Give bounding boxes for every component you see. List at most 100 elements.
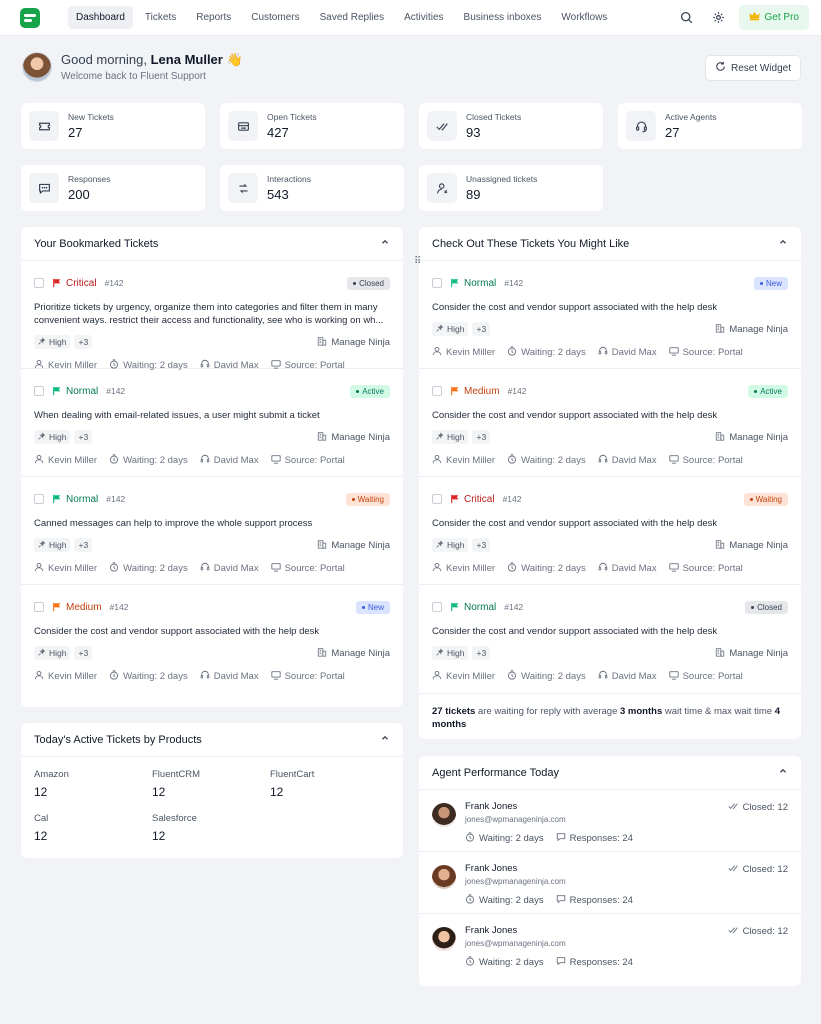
agent-responses: Responses: 24 xyxy=(556,894,633,907)
drag-handle-icon[interactable]: ⠿ xyxy=(414,256,421,267)
ticket-title[interactable]: Canned messages can help to improve the … xyxy=(34,517,390,530)
stat-new-tickets[interactable]: New Tickets 27 xyxy=(21,103,205,149)
ticket-item[interactable]: Medium #142 Active Consider the cost and… xyxy=(419,369,801,477)
panel-title: Today's Active Tickets by Products xyxy=(34,733,202,746)
product-item[interactable]: Amazon 12 xyxy=(34,769,152,799)
ticket-title[interactable]: When dealing with email-related issues, … xyxy=(34,409,390,422)
avatar[interactable] xyxy=(432,865,456,889)
waiting-time: Waiting: 2 days xyxy=(507,562,586,575)
ticket-item[interactable]: Normal #142 New Consider the cost and ve… xyxy=(419,261,801,369)
panel-header: Your Bookmarked Tickets xyxy=(21,227,403,261)
more-tags[interactable]: +3 xyxy=(74,335,93,349)
panel-title: Your Bookmarked Tickets xyxy=(34,237,159,250)
ticket-title[interactable]: Consider the cost and vendor support ass… xyxy=(432,517,788,530)
priority-label: Critical xyxy=(464,493,495,505)
agent-row[interactable]: Frank Jones jones@wpmanageninja.com Wait… xyxy=(419,852,801,914)
ticket-title[interactable]: Consider the cost and vendor support ass… xyxy=(34,625,390,638)
ticket-checkbox[interactable] xyxy=(34,602,44,612)
more-tags[interactable]: +3 xyxy=(74,538,93,552)
more-tags[interactable]: +3 xyxy=(74,430,93,444)
tag-pill[interactable]: High xyxy=(432,322,469,336)
tag-pill[interactable]: High xyxy=(34,335,71,349)
product-item[interactable]: Cal 12 xyxy=(34,813,152,843)
ticket-title[interactable]: Consider the cost and vendor support ass… xyxy=(432,301,788,314)
nav-saved-replies[interactable]: Saved Replies xyxy=(312,6,392,29)
agent-name: Frank Jones xyxy=(465,925,518,936)
stat-open-tickets[interactable]: Open Tickets 427 xyxy=(220,103,404,149)
timer-icon xyxy=(465,956,475,969)
ticket-item[interactable]: Medium #142 New Consider the cost and ve… xyxy=(21,585,403,693)
building-icon xyxy=(317,431,327,444)
ticket-checkbox[interactable] xyxy=(432,494,442,504)
stat-active-agents[interactable]: Active Agents 27 xyxy=(618,103,802,149)
chat-icon xyxy=(556,894,566,907)
ticket-title[interactable]: Consider the cost and vendor support ass… xyxy=(432,625,788,638)
product-item[interactable]: Salesforce 12 xyxy=(152,813,270,843)
agent-email: jones@wpmanageninja.com xyxy=(465,939,566,948)
status-badge: Waiting xyxy=(743,492,788,506)
tag-pill[interactable]: High xyxy=(34,538,71,552)
get-pro-button[interactable]: Get Pro xyxy=(738,5,809,30)
ticket-item[interactable]: Critical #142 Waiting Consider the cost … xyxy=(419,477,801,585)
ticket-checkbox[interactable] xyxy=(432,278,442,288)
chevron-up-icon[interactable] xyxy=(380,237,390,250)
tag-pill[interactable]: High xyxy=(34,430,71,444)
reset-widget-button[interactable]: Reset Widget xyxy=(704,55,801,81)
more-tags[interactable]: +3 xyxy=(472,646,491,660)
double-check-icon xyxy=(427,111,457,141)
more-tags[interactable]: +3 xyxy=(472,430,491,444)
ticket-item[interactable]: Normal #142 Closed Consider the cost and… xyxy=(419,585,801,693)
nav-activities[interactable]: Activities xyxy=(396,6,451,29)
ticket-item[interactable]: Normal #142 Active When dealing with ema… xyxy=(21,369,403,477)
avatar[interactable] xyxy=(22,52,52,82)
panel-title: Check Out These Tickets You Might Like xyxy=(432,237,630,250)
ticket-checkbox[interactable] xyxy=(432,602,442,612)
product-item[interactable]: FluentCart 12 xyxy=(270,769,388,799)
panel-title: Agent Performance Today xyxy=(432,766,559,779)
ticket-title[interactable]: Prioritize tickets by urgency, organize … xyxy=(34,301,390,327)
tag-pill[interactable]: High xyxy=(432,646,469,660)
chevron-up-icon[interactable] xyxy=(778,766,788,779)
nav-reports[interactable]: Reports xyxy=(188,6,239,29)
nav-customers[interactable]: Customers xyxy=(243,6,307,29)
nav-dashboard[interactable]: Dashboard xyxy=(68,6,133,29)
flag-icon xyxy=(450,386,460,396)
ticket-checkbox[interactable] xyxy=(432,386,442,396)
more-tags[interactable]: +3 xyxy=(74,646,93,660)
stat-unassigned-tickets[interactable]: Unassigned tickets 89 xyxy=(419,165,603,211)
nav-workflows[interactable]: Workflows xyxy=(553,6,615,29)
gear-icon[interactable] xyxy=(707,6,731,30)
search-icon[interactable] xyxy=(675,6,699,30)
avatar[interactable] xyxy=(432,927,456,951)
fluent-support-logo[interactable] xyxy=(20,7,40,28)
tag-pill[interactable]: High xyxy=(432,430,469,444)
agent-row[interactable]: Frank Jones jones@wpmanageninja.com Wait… xyxy=(419,914,801,976)
tag-pill[interactable]: High xyxy=(34,646,71,660)
stat-interactions[interactable]: Interactions 543 xyxy=(220,165,404,211)
company: Manage Ninja xyxy=(715,539,788,552)
more-tags[interactable]: +3 xyxy=(472,538,491,552)
user-icon xyxy=(34,454,44,467)
more-tags[interactable]: +3 xyxy=(472,322,491,336)
agent-row[interactable]: Frank Jones jones@wpmanageninja.com Wait… xyxy=(419,790,801,852)
ticket-item[interactable]: Normal #142 Waiting Canned messages can … xyxy=(21,477,403,585)
ticket-checkbox[interactable] xyxy=(34,494,44,504)
nav-business-inboxes[interactable]: Business inboxes xyxy=(456,6,550,29)
waiting-time: Waiting: 2 days xyxy=(507,346,586,359)
chevron-up-icon[interactable] xyxy=(778,237,788,250)
avatar[interactable] xyxy=(432,803,456,827)
waiting-summary: 27 tickets are waiting for reply with av… xyxy=(419,693,801,742)
chevron-up-icon[interactable] xyxy=(380,733,390,746)
ticket-title[interactable]: Consider the cost and vendor support ass… xyxy=(432,409,788,422)
ticket-checkbox[interactable] xyxy=(34,386,44,396)
product-item[interactable]: FluentCRM 12 xyxy=(152,769,270,799)
nav-tickets[interactable]: Tickets xyxy=(137,6,184,29)
stat-responses[interactable]: Responses 200 xyxy=(21,165,205,211)
ticket-item[interactable]: Critical #142 Closed Prioritize tickets … xyxy=(21,261,403,371)
headset-icon xyxy=(626,111,656,141)
ticket-checkbox[interactable] xyxy=(34,278,44,288)
ticket-source: Source: Portal xyxy=(270,454,345,467)
open-ticket-icon xyxy=(228,111,258,141)
stat-closed-tickets[interactable]: Closed Tickets 93 xyxy=(419,103,603,149)
tag-pill[interactable]: High xyxy=(432,538,469,552)
